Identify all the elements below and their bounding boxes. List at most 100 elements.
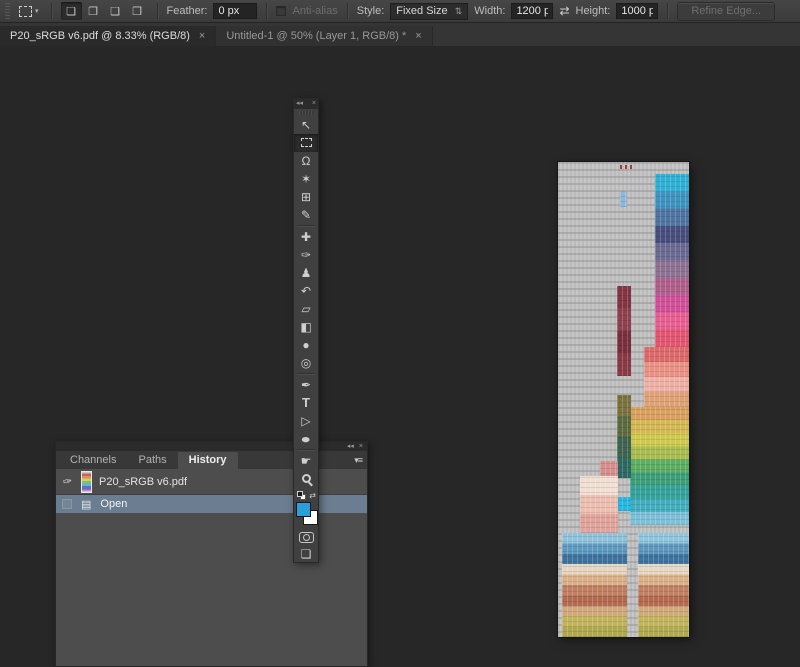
brush-tool-button[interactable]: ✑ (294, 246, 318, 264)
healing-brush-tool-button[interactable]: ✚ (294, 228, 318, 246)
updown-arrows-icon: ⇅ (455, 6, 463, 17)
selection-mode-group: ❏ ❐ ❑ ❒ (61, 2, 148, 20)
feather-label: Feather: (167, 5, 208, 17)
style-select-value: Fixed Size (396, 5, 447, 17)
crop-tool-button[interactable]: ⊞ (294, 188, 318, 206)
toolbox-separator (297, 225, 315, 226)
height-label: Height: (576, 5, 611, 17)
type-tool-icon: T (302, 396, 310, 409)
history-panel: ◂◂ × ChannelsPathsHistory ▾≡ ✑ P20_sRGB v… (55, 441, 368, 667)
magic-wand-tool-button[interactable]: ✶ (294, 170, 318, 188)
new-selection-button[interactable]: ❏ (61, 2, 82, 20)
eraser-tool-button[interactable]: ▱ (294, 300, 318, 318)
height-input[interactable] (616, 3, 658, 19)
lasso-tool-icon: Ω (302, 155, 311, 167)
magic-wand-tool-icon: ✶ (301, 173, 311, 185)
quick-mask-button[interactable] (294, 529, 318, 546)
toolbox-separator (297, 449, 315, 450)
divider (667, 3, 668, 19)
intersect-selection-button[interactable]: ❒ (127, 2, 148, 20)
eyedropper-tool-icon: ✎ (301, 209, 311, 221)
toolbox-separator (297, 373, 315, 374)
new-selection-icon: ❏ (66, 5, 76, 18)
panel-tab-bar: ChannelsPathsHistory ▾≡ (56, 451, 367, 469)
hand-tool-button[interactable]: ☛ (294, 452, 318, 470)
rectangular-marquee-tool-button[interactable] (294, 134, 318, 152)
subtract-from-selection-icon: ❑ (110, 5, 120, 18)
toolbox-close-icon[interactable]: × (312, 99, 316, 109)
divider (266, 3, 267, 19)
blur-tool-button[interactable]: ● (294, 336, 318, 354)
history-state-name: Open (100, 498, 127, 510)
panel-header: ◂◂ × (56, 442, 367, 451)
zoom-tool-button[interactable] (294, 470, 318, 488)
toolbox-palette: ◂◂ × ↖Ω✶⊞✎✚✑♟↶▱◧●◎✒T▷●☛ ⇄ ❏ (293, 98, 319, 563)
ellipse-tool-icon: ● (301, 433, 312, 445)
panel-tab-paths[interactable]: Paths (127, 452, 177, 469)
panel-collapse-icon[interactable]: ◂◂ (347, 443, 354, 451)
document-tab-0[interactable]: P20_sRGB v6.pdf @ 8.33% (RGB/8) × (0, 26, 216, 46)
panel-tab-history[interactable]: History (178, 452, 238, 469)
add-to-selection-button[interactable]: ❐ (83, 2, 104, 20)
document-tab-1[interactable]: Untitled-1 @ 50% (Layer 1, RGB/8) *× (216, 26, 432, 46)
anti-alias-label: Anti-alias (292, 5, 337, 17)
panel-menu-icon[interactable]: ▾≡ (354, 455, 362, 466)
divider (347, 3, 348, 19)
eyedropper-tool-button[interactable]: ✎ (294, 206, 318, 224)
toolbox-collapse-icon[interactable]: ◂◂ (296, 99, 303, 109)
tab-close-icon[interactable]: × (199, 30, 205, 42)
history-brush-source-well[interactable] (62, 499, 72, 509)
pen-tool-icon: ✒ (301, 379, 311, 391)
lasso-tool-button[interactable]: Ω (294, 152, 318, 170)
document-tab-label: P20_sRGB v6.pdf @ 8.33% (RGB/8) (10, 30, 190, 42)
tool-preset-picker[interactable]: ▾ (16, 4, 42, 19)
crop-tool-icon: ⊞ (301, 191, 311, 203)
rectangular-marquee-icon (19, 6, 32, 17)
screen-mode-button[interactable]: ❏ (294, 545, 318, 562)
history-brush-tool-button[interactable]: ↶ (294, 282, 318, 300)
panel-tab-channels[interactable]: Channels (59, 452, 127, 469)
width-input[interactable] (511, 3, 553, 19)
gradient-tool-button[interactable]: ◧ (294, 318, 318, 336)
feather-input[interactable] (213, 3, 257, 19)
width-label: Width: (474, 5, 505, 17)
clone-stamp-tool-button[interactable]: ♟ (294, 264, 318, 282)
screen-mode-icon: ❏ (301, 548, 312, 560)
dodge-tool-button[interactable]: ◎ (294, 354, 318, 372)
quick-mask-icon (299, 532, 314, 543)
swap-colors-icon[interactable]: ⇄ (309, 491, 316, 500)
chart-region-warm-to-cool-column (630, 407, 689, 526)
chart-region-bottom-left-swatch-block (562, 533, 628, 638)
zoom-tool-icon (302, 474, 311, 483)
options-bar-grip[interactable] (5, 3, 10, 19)
default-colors-icon[interactable] (297, 491, 306, 500)
tab-close-icon[interactable]: × (415, 30, 421, 42)
path-selection-tool-button[interactable]: ▷ (294, 412, 318, 430)
history-snapshot-row[interactable]: ✑ P20_sRGB v6.pdf (56, 469, 367, 495)
divider (51, 3, 52, 19)
history-brush-source-icon[interactable]: ✑ (60, 474, 75, 489)
hand-tool-icon: ☛ (301, 455, 312, 467)
anti-alias-checkbox[interactable] (276, 6, 286, 16)
subtract-from-selection-button[interactable]: ❑ (105, 2, 126, 20)
swap-dimensions-icon[interactable]: ⇄ (559, 4, 569, 18)
toolbox-header[interactable]: ◂◂ × (294, 99, 318, 109)
refine-edge-button[interactable]: Refine Edge... (677, 2, 775, 21)
eraser-tool-icon: ▱ (301, 303, 310, 315)
clone-stamp-tool-icon: ♟ (301, 267, 312, 279)
foreground-color-swatch[interactable] (296, 502, 311, 517)
history-state-row[interactable]: ▤ Open (56, 495, 367, 513)
move-tool-button[interactable]: ↖ (294, 116, 318, 134)
style-select[interactable]: Fixed Size ⇅ (390, 3, 468, 20)
gradient-tool-icon: ◧ (300, 321, 311, 333)
registration-marks (620, 165, 633, 169)
panel-close-icon[interactable]: × (359, 443, 363, 451)
type-tool-button[interactable]: T (294, 394, 318, 412)
pen-tool-button[interactable]: ✒ (294, 376, 318, 394)
toolbox-grip[interactable] (299, 111, 313, 115)
chart-region-cream-block (580, 476, 618, 533)
default-foreground-chip (297, 491, 303, 497)
chart-region-bottom-right-swatch-block (638, 533, 689, 638)
ellipse-tool-button[interactable]: ● (294, 430, 318, 448)
tool-options-bar: ▾ ❏❐❑❒ Feather: Anti-alias Style: Fixed … (0, 0, 800, 23)
